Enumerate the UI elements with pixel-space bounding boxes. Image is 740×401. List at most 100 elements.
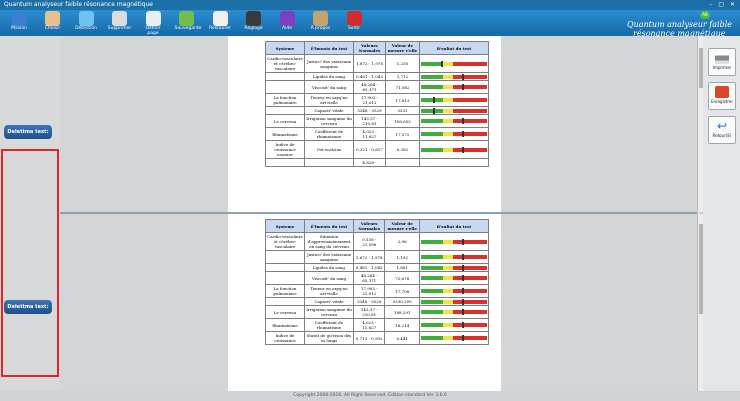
- result-marker: [461, 298, 464, 305]
- cell-sys: Indice de croissance osseuse: [265, 140, 305, 159]
- right-panel: Imprimer Enregistrer ↩ Retour(E): [703, 36, 740, 391]
- cell-sys: Le cerveau: [265, 114, 305, 128]
- cell-norm: 143,37 - 210,81: [352, 305, 386, 319]
- result-bar: [420, 238, 487, 245]
- cell-item: Coefficient de rhumatisme: [304, 127, 354, 141]
- toolbar-label: Maison: [11, 26, 27, 31]
- table-row: Jastico' des vaisseaux sanguins 1,672 - 1…: [265, 250, 490, 264]
- result-bar: [420, 107, 487, 114]
- cell-item: Situation d'approvisionnement en sang du…: [304, 232, 354, 251]
- delete-text-button-bottom[interactable]: Delettma text:: [4, 300, 52, 314]
- back-label: Retour(E): [712, 133, 732, 138]
- table-row: Cardio-vasculaire et cérébro-vasculaire S…: [265, 232, 490, 251]
- cell-item: [304, 158, 354, 167]
- cell-sys: [265, 250, 305, 264]
- toolbar-button-page-setup[interactable]: Définir page: [141, 11, 165, 36]
- top-pane-margin-right: [501, 36, 697, 212]
- result-bar-cell: [418, 263, 490, 272]
- toolbar-button-users[interactable]: Choisir: [41, 11, 65, 31]
- cell-val: 1,192: [384, 250, 420, 264]
- table-row: Viscosit' du sang 48,264 - 65,371 72,678: [265, 271, 490, 285]
- window-controls[interactable]: – ▢ ✕: [709, 0, 737, 10]
- toolbar-label: Aide: [282, 26, 292, 31]
- toolbar-button-restore[interactable]: Restaurer: [208, 11, 232, 31]
- print-button[interactable]: Imprimer: [708, 48, 736, 76]
- toolbar-button-detection[interactable]: Détection: [74, 11, 98, 31]
- result-bar-cell: [418, 93, 490, 107]
- toolbar-button-about[interactable]: À propos: [309, 11, 333, 31]
- column-header: Valeurs Normales: [353, 41, 386, 55]
- cell-item: Statut de gu'rison des os longs: [304, 331, 354, 345]
- cell-val: 72,678: [384, 271, 420, 285]
- result-bar: [420, 254, 487, 260]
- toolbar-label: À propos: [310, 26, 331, 31]
- cell-item: Jastico' des vaisseaux sanguins: [304, 54, 354, 73]
- cell-val: 0,382: [384, 140, 420, 159]
- house-icon: [11, 11, 27, 26]
- table-row: Capacit' vitale 3348 - 3529 3331: [265, 106, 490, 115]
- toolbar-button-house[interactable]: Maison: [7, 11, 31, 31]
- result-marker: [461, 73, 464, 80]
- toolbar-label: Choisir: [44, 26, 61, 31]
- toolbar-button-backup[interactable]: Sauvegarde: [175, 11, 201, 31]
- bottom-pane-margin-left: [60, 214, 228, 391]
- toolbar-button-exit[interactable]: Sortir: [342, 11, 366, 31]
- report-page-bottom: Systeme É'lments du test Valeurs Normales V…: [228, 214, 501, 391]
- result-bar-cell: [418, 72, 490, 81]
- result-marker: [461, 131, 464, 137]
- result-bar-cell: [418, 305, 490, 319]
- exit-icon: [346, 11, 362, 26]
- cell-val: 17,708: [384, 284, 420, 298]
- result-bar: [420, 322, 487, 328]
- result-bar: [420, 335, 487, 341]
- cell-item: Teneur en oxyg'ne art'rielle: [304, 284, 354, 298]
- result-bar-cell: [418, 297, 490, 306]
- toolbar-button-settings[interactable]: Réglage: [242, 11, 266, 31]
- backup-icon: [179, 11, 194, 26]
- cell-sys: Rhumatisme: [265, 127, 305, 141]
- cell-val: 108,653: [384, 114, 420, 128]
- result-bar-cell: [418, 106, 490, 115]
- column-header: Systeme: [265, 219, 305, 233]
- result-marker: [461, 264, 464, 271]
- cell-sys: Cardio-vasculaire et cérébro-vasculaire: [265, 54, 305, 73]
- cell-val: 17,813: [384, 93, 420, 107]
- result-marker: [432, 107, 435, 114]
- cell-sys: [265, 80, 305, 94]
- help-icon: [279, 11, 295, 26]
- print-label: Imprimer: [712, 65, 732, 70]
- table-row: Rhumatisme Coefficient de rhumatisme 4,023…: [265, 318, 490, 332]
- back-button[interactable]: ↩ Retour(E): [708, 116, 736, 144]
- result-bar-cell: [418, 80, 490, 94]
- top-pane-margin-left: [60, 36, 228, 212]
- cell-val: 3331: [384, 106, 420, 115]
- result-bar: [420, 60, 487, 67]
- detection-icon: [78, 11, 94, 26]
- highlight-box: [1, 149, 59, 377]
- result-marker: [461, 118, 464, 124]
- cell-item: Jastico' des vaisseaux sanguins: [304, 250, 354, 264]
- result-marker: [461, 335, 464, 341]
- cell-val: 17,572: [384, 127, 420, 141]
- column-header: Valeur de mesure r'elle: [384, 41, 420, 55]
- title-bar: Quantum analyseur faible résonance magné…: [0, 0, 740, 10]
- cell-sys: [265, 263, 305, 272]
- result-marker: [461, 322, 464, 328]
- result-marker: [440, 60, 443, 67]
- users-icon: [45, 11, 60, 26]
- toolbar-button-help[interactable]: Aide: [275, 11, 299, 31]
- cell-norm: 17,903 - 21,012: [353, 93, 386, 107]
- cell-sys: La fonction pulmonaire: [265, 284, 305, 298]
- report-page-top: Systeme É'lments du test Valeurs Normales V…: [228, 36, 501, 212]
- bottom-pane-margin-right: [501, 214, 697, 391]
- toolbar-button-delete[interactable]: Supprimer: [108, 11, 132, 31]
- result-bar-cell: [418, 271, 490, 285]
- cell-norm: 1,672 - 1,978: [352, 250, 386, 264]
- delete-text-button-top[interactable]: Delettma text:: [4, 125, 52, 139]
- result-bar: [420, 275, 487, 281]
- result-bar: [420, 84, 487, 90]
- result-marker: [461, 275, 464, 281]
- save-button[interactable]: Enregistrer: [708, 82, 736, 110]
- printer-icon: [715, 52, 729, 64]
- result-marker: [461, 288, 464, 294]
